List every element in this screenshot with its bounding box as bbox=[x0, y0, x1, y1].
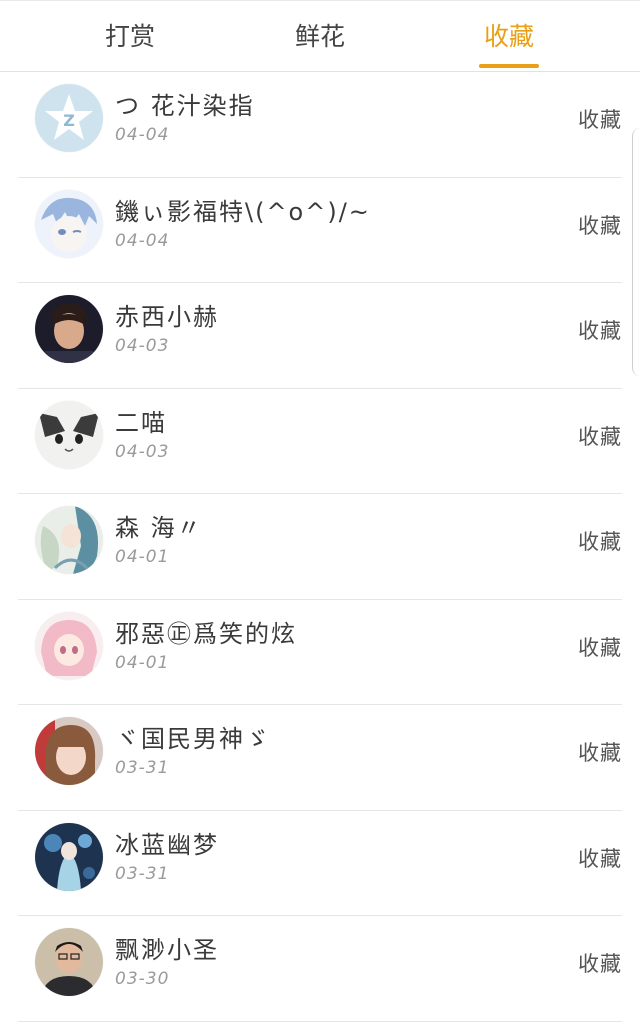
svg-text:Z: Z bbox=[63, 111, 75, 130]
list-item[interactable]: 邪惡㊣爲笑的炫 04-01 收藏 bbox=[18, 600, 622, 705]
user-name: 冰蓝幽梦 bbox=[115, 830, 219, 859]
favorite-action-label[interactable]: 收藏 bbox=[578, 421, 622, 451]
list-item[interactable]: 鐖ぃ影福特\(^o^)/~ 04-04 收藏 bbox=[18, 178, 622, 283]
user-name: 鐖ぃ影福特\(^o^)/~ bbox=[115, 197, 371, 226]
favorite-action-label[interactable]: 收藏 bbox=[578, 210, 622, 240]
cat-avatar[interactable] bbox=[35, 400, 103, 469]
list-item[interactable]: 森 海〃 04-01 收藏 bbox=[18, 494, 622, 600]
favorite-date: 04-01 bbox=[115, 547, 170, 567]
girl-photo-avatar[interactable] bbox=[35, 717, 103, 785]
favorite-action-label[interactable]: 收藏 bbox=[578, 526, 622, 556]
pink-anime-avatar[interactable] bbox=[35, 611, 103, 680]
favorite-action-label[interactable]: 收藏 bbox=[578, 632, 622, 662]
user-name: 赤西小赫 bbox=[115, 303, 219, 331]
favorite-date: 04-03 bbox=[115, 441, 170, 462]
active-tab-indicator bbox=[479, 64, 539, 68]
favorite-date: 03-30 bbox=[115, 969, 170, 989]
qzone-star-avatar[interactable]: Z bbox=[35, 84, 103, 152]
list-item[interactable]: 飘渺小圣 03-30 收藏 bbox=[18, 916, 622, 1022]
user-name: 森 海〃 bbox=[115, 514, 203, 542]
favorite-date: 04-03 bbox=[115, 336, 170, 356]
list-item[interactable]: 赤西小赫 04-03 收藏 bbox=[18, 283, 622, 389]
tab-flowers-label: 鲜花 bbox=[294, 22, 345, 51]
tab-flowers[interactable]: 鲜花 bbox=[260, 1, 380, 72]
user-name: つ 花汁染指 bbox=[115, 92, 255, 120]
tab-favorites[interactable]: 收藏 bbox=[449, 1, 569, 72]
side-drawer-edge[interactable] bbox=[632, 128, 640, 376]
favorites-list: Z つ 花汁染指 04-04 收藏 鐖ぃ影福特\(^o^)/~ 04-04 收藏 bbox=[0, 72, 640, 1022]
favorite-action-label[interactable]: 收藏 bbox=[578, 315, 622, 345]
favorite-action-label[interactable]: 收藏 bbox=[578, 737, 622, 767]
blue-art-avatar[interactable] bbox=[35, 822, 103, 891]
favorite-date: 03-31 bbox=[115, 863, 170, 884]
favorite-action-label[interactable]: 收藏 bbox=[578, 104, 622, 134]
tab-favorites-label: 收藏 bbox=[483, 22, 534, 51]
favorite-date: 04-04 bbox=[115, 230, 170, 251]
favorite-action-label[interactable]: 收藏 bbox=[578, 843, 622, 873]
user-name: 飘渺小圣 bbox=[115, 936, 219, 964]
favorite-action-label[interactable]: 收藏 bbox=[578, 948, 622, 978]
favorite-date: 03-31 bbox=[115, 758, 170, 778]
person-photo-avatar[interactable] bbox=[35, 295, 103, 363]
list-item[interactable]: Z つ 花汁染指 04-04 收藏 bbox=[18, 72, 622, 178]
list-item[interactable]: ヾ国民男神ゞ 03-31 收藏 bbox=[18, 705, 622, 811]
favorite-date: 04-01 bbox=[115, 652, 170, 673]
tab-reward-label: 打赏 bbox=[104, 22, 155, 51]
user-name: 邪惡㊣爲笑的炫 bbox=[115, 619, 297, 648]
man-photo-avatar[interactable] bbox=[35, 928, 103, 996]
tab-reward[interactable]: 打赏 bbox=[70, 1, 190, 72]
anime-boy-avatar[interactable] bbox=[35, 189, 103, 258]
user-name: 二喵 bbox=[115, 408, 167, 437]
favorite-date: 04-04 bbox=[115, 125, 170, 145]
tab-bar: 打赏 鲜花 收藏 bbox=[0, 0, 640, 72]
user-name: ヾ国民男神ゞ bbox=[115, 725, 271, 753]
list-item[interactable]: 二喵 04-03 收藏 bbox=[18, 389, 622, 494]
list-item[interactable]: 冰蓝幽梦 03-31 收藏 bbox=[18, 811, 622, 916]
anime-girl-avatar[interactable] bbox=[35, 506, 103, 574]
